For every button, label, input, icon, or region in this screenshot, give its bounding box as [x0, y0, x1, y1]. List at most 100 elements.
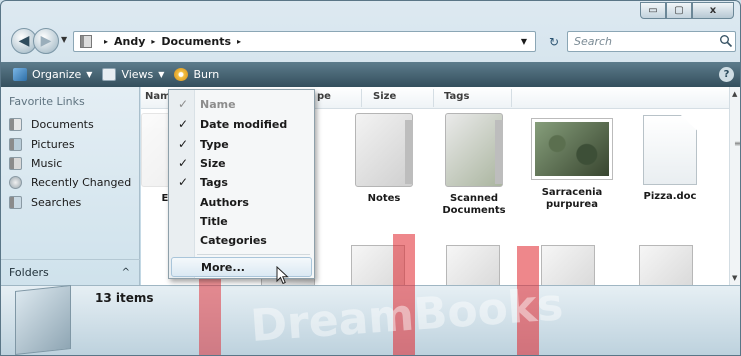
column-header-type[interactable]: pe [317, 91, 331, 102]
document-icon [639, 245, 693, 285]
pictures-icon [9, 137, 22, 151]
search-placeholder: Search [574, 35, 613, 48]
favorite-link-pictures[interactable]: Pictures [9, 134, 131, 153]
scroll-up-icon[interactable]: ▲ [732, 90, 737, 98]
file-tile[interactable] [446, 245, 500, 285]
file-name: Scanned Documents [442, 193, 506, 216]
folder-icon [446, 245, 500, 285]
column-divider[interactable] [511, 89, 512, 107]
column-divider[interactable] [433, 89, 434, 107]
maximize-button[interactable]: ▢ [666, 2, 692, 19]
file-tile[interactable]: Sarracenia purpurea [527, 113, 617, 211]
explorer-window: ▭ ▢ x ◀ ▶ ▼ ▸ Andy ▸ Documents ▸ ▼ ↻ Sea… [0, 0, 741, 356]
file-tile[interactable]: Scanned Documents [429, 113, 519, 217]
favorite-link-searches[interactable]: Searches [9, 193, 131, 212]
refresh-icon: ↻ [548, 34, 560, 49]
folder-location-icon [80, 35, 92, 48]
forward-button[interactable]: ▶ [33, 28, 59, 54]
menu-item-label: Tags [200, 175, 228, 189]
checkmark-icon: ✓ [177, 117, 189, 131]
organize-button[interactable]: Organize ▼ [13, 68, 92, 81]
burn-button[interactable]: Burn [174, 68, 219, 81]
photo-thumbnail-icon [532, 119, 612, 179]
column-header-tags[interactable]: Tags [444, 91, 469, 102]
checkmark-icon: ✓ [177, 156, 189, 170]
caption-buttons: ▭ ▢ x [640, 2, 734, 19]
help-button[interactable]: ? [719, 67, 734, 82]
file-name: Pizza.doc [643, 191, 697, 202]
checkmark-icon: ✓ [177, 137, 189, 151]
checkmark-icon: ✓ [177, 97, 189, 111]
breadcrumb-separator[interactable]: ▸ [104, 37, 108, 46]
file-tile[interactable]: Notes [339, 113, 429, 205]
scroll-down-icon[interactable]: ▼ [732, 274, 737, 282]
views-label: Views [121, 68, 154, 81]
views-icon [102, 68, 117, 81]
menu-item-label: More... [201, 260, 245, 274]
menu-separator [197, 254, 310, 255]
file-tile[interactable] [351, 245, 405, 285]
menu-item-date-modified[interactable]: ✓ Date modified [171, 114, 312, 134]
menu-item-title[interactable]: Title [171, 211, 312, 231]
item-count: 13 items [95, 291, 154, 305]
refresh-button[interactable]: ↻ [543, 31, 565, 52]
folders-toggle[interactable]: Folders ^ [1, 259, 140, 285]
favorite-link-label: Music [31, 156, 63, 170]
menu-item-authors[interactable]: Authors [171, 192, 312, 212]
favorite-link-label: Pictures [31, 137, 75, 151]
document-icon [351, 245, 405, 285]
column-chooser-menu: ✓ Name ✓ Date modified ✓ Type ✓ Size ✓ T… [168, 89, 315, 279]
vertical-scrollbar[interactable]: ▲ ≡ ▼ [729, 87, 740, 285]
file-tile[interactable] [541, 245, 595, 285]
checkmark-icon: ✓ [177, 175, 189, 189]
search-input[interactable]: Search [567, 31, 736, 52]
file-tile[interactable]: Pizza.doc [625, 113, 715, 203]
menu-item-label: Name [200, 97, 236, 111]
menu-item-label: Date modified [200, 117, 288, 131]
favorite-link-documents[interactable]: Documents [9, 115, 131, 134]
search-icon[interactable] [719, 34, 733, 48]
menu-item-name: ✓ Name [171, 94, 312, 114]
forward-arrow-icon: ▶ [40, 33, 52, 49]
breadcrumb-documents[interactable]: Documents [161, 35, 231, 48]
menu-item-label: Title [200, 214, 228, 228]
organize-dropdown-icon: ▼ [86, 70, 93, 79]
column-header-size[interactable]: Size [373, 91, 396, 102]
mouse-pointer-icon [276, 266, 289, 285]
close-button[interactable]: x [692, 2, 734, 19]
recently-changed-icon [9, 176, 22, 190]
address-dropdown-icon[interactable]: ▼ [521, 37, 527, 46]
menu-item-type[interactable]: ✓ Type [171, 134, 312, 154]
favorite-link-label: Documents [31, 118, 94, 132]
searches-icon [9, 195, 22, 209]
recent-pages-dropdown[interactable]: ▼ [61, 35, 67, 44]
breadcrumb-andy[interactable]: Andy [114, 35, 145, 48]
favorite-links-list: Documents Pictures Music Recently Change… [9, 115, 131, 212]
command-bar: Organize ▼ Views ▼ Burn ? [1, 62, 740, 87]
views-button[interactable]: Views ▼ [102, 68, 164, 81]
address-bar[interactable]: ▸ Andy ▸ Documents ▸ ▼ [73, 31, 536, 52]
menu-item-more[interactable]: More... [171, 257, 312, 277]
chevron-up-icon: ^ [121, 267, 130, 278]
column-divider[interactable] [361, 89, 362, 107]
breadcrumb-separator[interactable]: ▸ [151, 37, 155, 46]
menu-item-size[interactable]: ✓ Size [171, 153, 312, 173]
navigation-row: ◀ ▶ ▼ ▸ Andy ▸ Documents ▸ ▼ ↻ Search [11, 26, 736, 56]
navigation-pane: Favorite Links Documents Pictures Music … [1, 87, 140, 285]
column-header-name[interactable]: Nam [145, 91, 171, 102]
file-tile[interactable] [639, 245, 693, 285]
document-icon [643, 115, 697, 185]
menu-item-label: Authors [200, 195, 249, 209]
menu-item-tags[interactable]: ✓ Tags [171, 172, 312, 192]
scroll-grip-icon[interactable]: ≡ [734, 139, 740, 148]
details-pane: 13 items [1, 285, 740, 355]
folder-icon [445, 113, 503, 187]
favorite-link-music[interactable]: Music [9, 154, 131, 173]
folder-icon [541, 245, 595, 285]
minimize-button[interactable]: ▭ [640, 2, 666, 19]
breadcrumb-separator[interactable]: ▸ [237, 37, 241, 46]
burn-label: Burn [193, 68, 220, 81]
menu-item-categories[interactable]: Categories [171, 230, 312, 250]
back-arrow-icon: ◀ [18, 33, 30, 49]
favorite-link-recently-changed[interactable]: Recently Changed [9, 173, 131, 192]
